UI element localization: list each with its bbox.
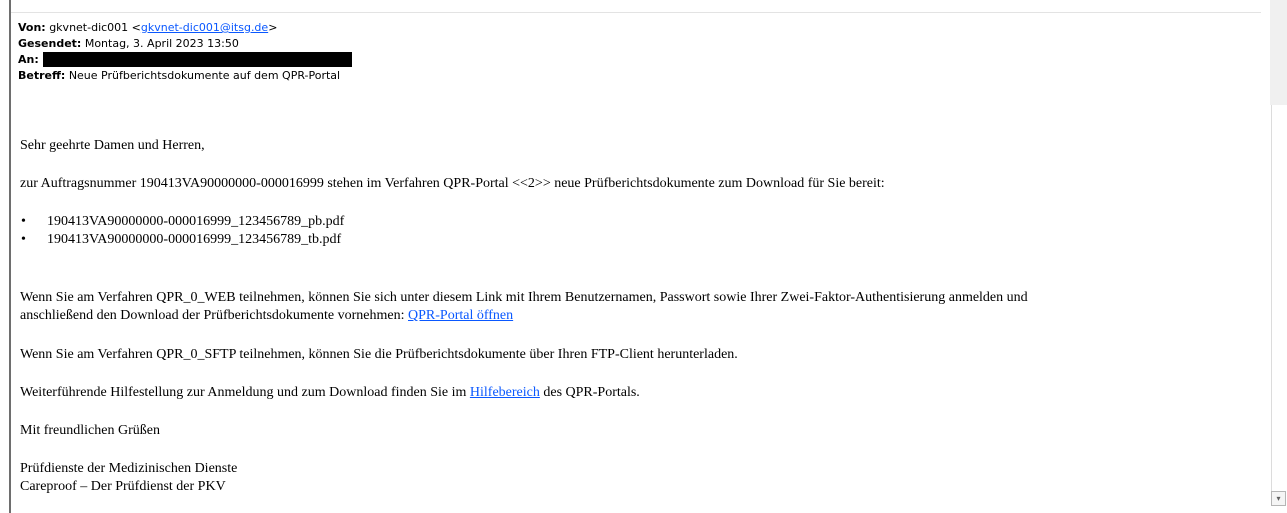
to-label: An:: [18, 53, 39, 66]
redacted-recipient: [42, 52, 352, 67]
subject-value: Neue Prüfberichtsdokumente auf dem QPR-P…: [68, 69, 341, 82]
from-label: Von:: [18, 21, 46, 34]
email-header: Von: gkvnet-dic001 <gkvnet-dic001@itsg.d…: [18, 20, 352, 84]
help-link[interactable]: Hilfebereich: [470, 385, 540, 400]
to-line: An:: [18, 52, 352, 68]
web-paragraph-line1: Wenn Sie am Verfahren QPR_0_WEB teilnehm…: [20, 290, 1028, 305]
bullet-icon: •: [21, 232, 26, 247]
bullet-icon: •: [21, 214, 26, 229]
intro-paragraph: zur Auftragsnummer 190413VA90000000-0000…: [20, 176, 885, 191]
scrollbar-track[interactable]: [1271, 105, 1272, 495]
from-line: Von: gkvnet-dic001 <gkvnet-dic001@itsg.d…: [18, 20, 352, 36]
vertical-scrollbar[interactable]: ▾: [1270, 0, 1287, 513]
signature-line2: Careproof – Der Prüfdienst der PKV: [20, 479, 226, 494]
help-text: Weiterführende Hilfestellung zur Anmeldu…: [20, 385, 470, 400]
file-name: 190413VA90000000-000016999_123456789_tb.…: [47, 232, 342, 247]
closing: Mit freundlichen Grüßen: [20, 423, 160, 438]
top-divider: [11, 12, 1261, 13]
from-email-link[interactable]: gkvnet-dic001@itsg.de: [141, 21, 268, 34]
web-paragraph-line2: anschließend den Download der Prüfberich…: [20, 308, 513, 324]
list-item: • 190413VA90000000-000016999_123456789_t…: [21, 232, 342, 248]
web-text: anschließend den Download der Prüfberich…: [20, 308, 409, 323]
sent-line: Gesendet: Montag, 3. April 2023 13:50: [18, 36, 352, 52]
help-paragraph: Weiterführende Hilfestellung zur Anmeldu…: [20, 385, 640, 401]
subject-label: Betreff:: [18, 69, 66, 82]
from-name: gkvnet-dic001 <: [49, 21, 141, 34]
scrollbar-track-top: [1270, 0, 1287, 105]
list-item: • 190413VA90000000-000016999_123456789_p…: [21, 214, 345, 230]
file-name: 190413VA90000000-000016999_123456789_pb.…: [47, 214, 345, 229]
portal-link[interactable]: QPR-Portal öffnen: [408, 308, 513, 323]
signature-line1: Prüfdienste der Medizinischen Dienste: [20, 461, 238, 476]
scroll-down-icon[interactable]: ▾: [1271, 491, 1286, 506]
help-text-after: des QPR-Portals.: [539, 385, 640, 400]
sftp-paragraph: Wenn Sie am Verfahren QPR_0_SFTP teilneh…: [20, 347, 738, 362]
from-close: >: [268, 21, 278, 34]
sent-value: Montag, 3. April 2023 13:50: [84, 37, 239, 50]
subject-line: Betreff: Neue Prüfberichtsdokumente auf …: [18, 68, 352, 84]
greeting: Sehr geehrte Damen und Herren,: [20, 138, 205, 153]
left-border: [9, 0, 11, 513]
sent-label: Gesendet:: [18, 37, 82, 50]
